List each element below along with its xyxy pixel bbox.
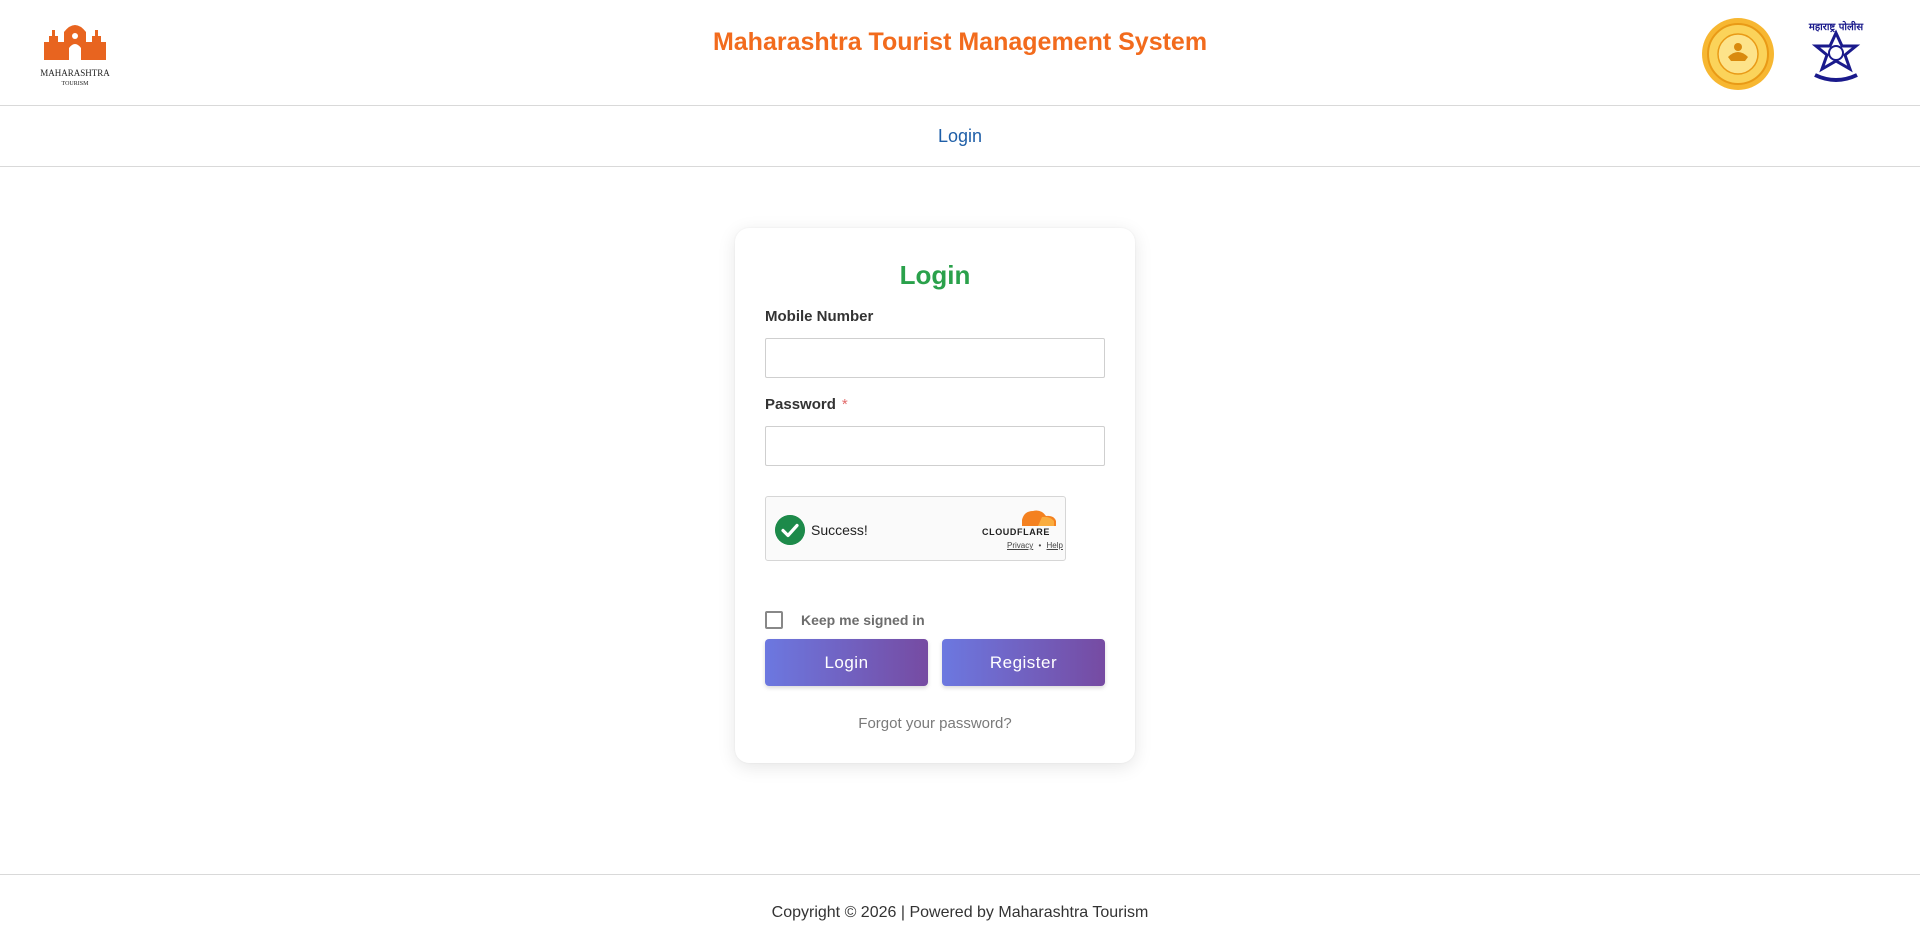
site-header: MAHARASHTRA TOURISM Maharashtra Tourist … bbox=[0, 0, 1920, 106]
keep-signed-in-checkbox[interactable] bbox=[765, 611, 783, 629]
password-label: Password * bbox=[765, 396, 848, 413]
nav-login-link[interactable]: Login bbox=[0, 126, 1920, 147]
mobile-number-input[interactable] bbox=[765, 338, 1105, 378]
cloudflare-brand-text: CLOUDFLARE bbox=[982, 527, 1050, 537]
login-card: Login Mobile Number Password * Success! C… bbox=[735, 228, 1135, 763]
maharashtra-government-emblem bbox=[1702, 18, 1774, 90]
navbar: Login bbox=[0, 107, 1920, 167]
cloudflare-cloud-icon bbox=[1022, 510, 1056, 526]
site-footer: Copyright © 2026 | Powered by Maharashtr… bbox=[0, 874, 1920, 945]
login-title: Login bbox=[899, 260, 971, 290]
cloudflare-privacy-link[interactable]: Privacy bbox=[1007, 541, 1033, 550]
password-input[interactable] bbox=[765, 426, 1105, 466]
login-button[interactable]: Login bbox=[765, 639, 928, 686]
footer-copyright: Copyright © 2026 | Powered by Maharashtr… bbox=[771, 904, 1149, 921]
captcha-status-text: Success! bbox=[811, 522, 868, 538]
password-label-text: Password bbox=[765, 396, 836, 413]
cloudflare-links: Privacy • Help bbox=[1007, 541, 1063, 550]
register-button[interactable]: Register bbox=[942, 639, 1105, 686]
maharashtra-police-emblem: महाराष्ट्र पोलीस bbox=[1808, 20, 1864, 82]
cloudflare-link-separator: • bbox=[1038, 541, 1042, 550]
success-check-icon bbox=[775, 515, 805, 545]
forgot-password-link[interactable]: Forgot your password? bbox=[735, 715, 1135, 732]
keep-signed-in-label[interactable]: Keep me signed in bbox=[801, 612, 925, 628]
required-mark: * bbox=[841, 396, 848, 413]
logo-name-text: MAHARASHTRA bbox=[40, 68, 110, 78]
logo-sub-text: TOURISM bbox=[62, 81, 90, 87]
mobile-number-label: Mobile Number bbox=[765, 308, 873, 325]
mobile-number-label-text: Mobile Number bbox=[765, 308, 874, 325]
cloudflare-help-link[interactable]: Help bbox=[1047, 541, 1063, 550]
site-title: Maharashtra Tourist Management System bbox=[712, 28, 1208, 56]
cloudflare-turnstile-widget[interactable]: Success! CLOUDFLARE Privacy • Help bbox=[765, 496, 1066, 561]
